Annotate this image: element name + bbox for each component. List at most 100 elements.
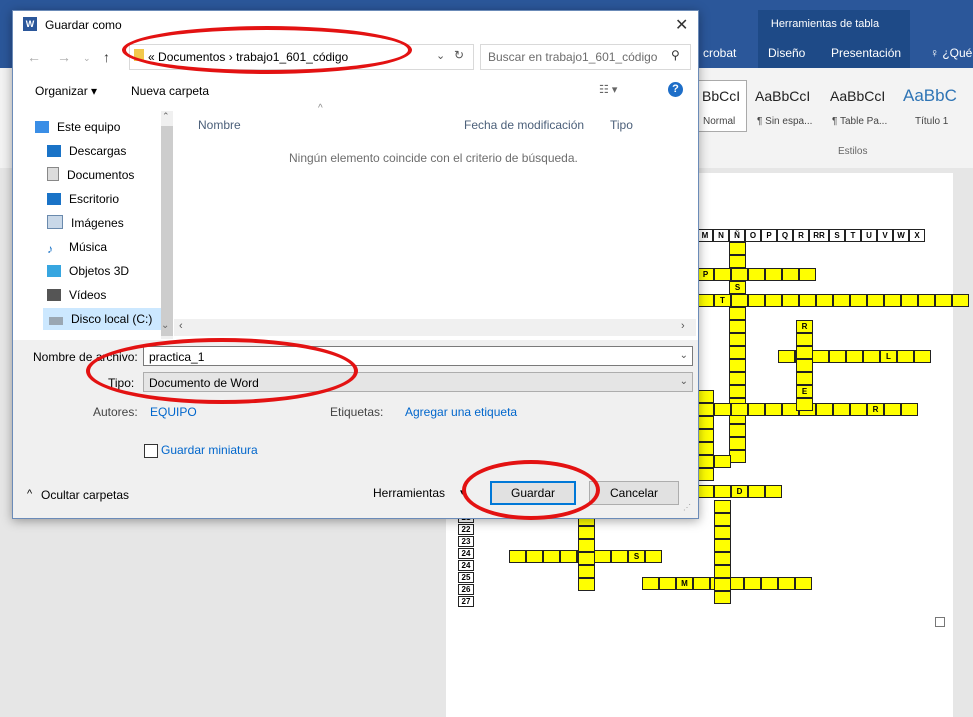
crossword-cell <box>729 346 746 359</box>
breadcrumb-overflow[interactable]: « <box>148 50 155 64</box>
crossword-row-number: 23 <box>458 536 474 547</box>
cancel-button[interactable]: Cancelar <box>589 481 679 505</box>
tree-item-label: Descargas <box>69 144 127 158</box>
style-name-table: ¶ Table Pa... <box>832 116 888 127</box>
crossword-header-letter: S <box>829 229 845 242</box>
crossword-cell <box>799 294 816 307</box>
help-icon[interactable]: ? <box>668 82 683 97</box>
address-bar[interactable]: « Documentos › trabajo1_601_código ⌄ ↻ <box>129 44 474 70</box>
crossword-cell <box>642 577 659 590</box>
search-box[interactable]: Buscar en trabajo1_601_código ⚲ <box>480 44 691 70</box>
style-sample-no-spacing[interactable]: AaBbCcI <box>755 88 810 104</box>
save-button[interactable]: Guardar <box>490 481 576 505</box>
table-resize-handle[interactable] <box>935 617 945 627</box>
crossword-cell <box>795 577 812 590</box>
close-icon[interactable]: ✕ <box>675 15 688 35</box>
crossword-cell <box>796 398 813 411</box>
navigation-scroll-thumb[interactable] <box>161 126 173 336</box>
address-dropdown-icon[interactable]: ⌄ <box>436 49 445 62</box>
type-value: Documento de Word <box>149 376 259 390</box>
crossword-cell: E <box>796 385 813 398</box>
type-select[interactable]: Documento de Word ⌄ <box>143 372 693 392</box>
up-arrow-icon[interactable]: ↑ <box>103 49 110 65</box>
organize-button[interactable]: Organizar ▾ <box>35 84 97 98</box>
new-folder-button[interactable]: Nueva carpeta <box>131 84 209 98</box>
column-header-type[interactable]: Tipo <box>610 118 633 132</box>
breadcrumb-documentos[interactable]: Documentos <box>158 50 225 64</box>
crossword-cell <box>714 578 731 591</box>
forward-arrow-icon[interactable]: → <box>57 49 71 65</box>
tree-item-label: Objetos 3D <box>69 264 130 278</box>
crossword-cell <box>714 552 731 565</box>
style-sample-table[interactable]: AaBbCcI <box>830 88 885 104</box>
video-icon <box>47 289 61 301</box>
crossword-cell <box>782 294 799 307</box>
column-header-name[interactable]: Nombre <box>198 118 241 132</box>
file-list-hscrollbar[interactable] <box>174 319 696 336</box>
crossword-cell <box>693 577 710 590</box>
tree-item-objetos-3d[interactable]: Objetos 3D <box>47 260 129 282</box>
tags-field[interactable]: Agregar una etiqueta <box>405 405 517 419</box>
crossword-cell <box>833 294 850 307</box>
tree-item-label: Escritorio <box>69 192 120 206</box>
ribbon-tab-layout[interactable]: Presentación <box>831 46 901 60</box>
crossword-cell <box>729 307 746 320</box>
scroll-up-icon[interactable]: ⌃ <box>162 111 170 122</box>
crossword-header-letter: M <box>697 229 713 242</box>
file-list[interactable] <box>174 111 696 321</box>
type-dropdown-icon[interactable]: ⌄ <box>680 376 688 387</box>
collapse-icon[interactable]: ^ <box>27 488 32 500</box>
authors-value[interactable]: EQUIPO <box>150 405 197 419</box>
tree-item-este-equipo[interactable]: Este equipo <box>35 116 120 138</box>
thumbnail-checkbox[interactable] <box>144 444 158 458</box>
crossword-cell <box>914 350 931 363</box>
tree-item-imagenes[interactable]: Imágenes <box>47 212 124 234</box>
style-sample-heading1[interactable]: AaBbC <box>903 86 957 106</box>
crossword-cell <box>578 526 595 539</box>
tree-item-descargas[interactable]: Descargas <box>47 140 126 162</box>
document-icon <box>47 167 59 181</box>
refresh-icon[interactable]: ↻ <box>454 48 464 62</box>
search-icon[interactable]: ⚲ <box>671 48 680 62</box>
crossword-cell <box>796 333 813 346</box>
ribbon-tab-design[interactable]: Diseño <box>768 46 805 60</box>
crossword-cell <box>611 550 628 563</box>
search-input[interactable]: Buscar en trabajo1_601_código <box>488 50 657 64</box>
tools-button[interactable]: Herramientas <box>373 486 445 500</box>
crossword-cell: D <box>731 485 748 498</box>
ribbon-tell-me[interactable]: ♀ ¿Qué <box>930 46 972 60</box>
scroll-right-icon[interactable]: › <box>681 320 685 332</box>
crossword-cell <box>543 550 560 563</box>
crossword-cell: R <box>867 403 884 416</box>
tree-item-escritorio[interactable]: Escritorio <box>47 188 119 210</box>
crossword-cell <box>729 372 746 385</box>
scroll-left-icon[interactable]: ‹ <box>179 320 183 332</box>
breadcrumb: « Documentos › trabajo1_601_código <box>148 50 348 64</box>
tree-item-label: Imágenes <box>71 216 124 230</box>
breadcrumb-current-folder[interactable]: trabajo1_601_código <box>236 50 348 64</box>
crossword-cell <box>796 346 813 359</box>
crossword-cell <box>850 403 867 416</box>
tree-item-musica[interactable]: ♪ Música <box>47 236 107 258</box>
tree-item-disco-local[interactable]: Disco local (C:) <box>43 308 169 330</box>
tree-item-videos[interactable]: Vídeos <box>47 284 106 306</box>
crossword-cell <box>714 526 731 539</box>
tree-item-documentos[interactable]: Documentos <box>47 164 134 186</box>
filename-field[interactable]: practica_1 ⌄ <box>143 346 693 366</box>
crossword-cell <box>714 455 731 468</box>
crossword-cell <box>731 268 748 281</box>
back-arrow-icon[interactable]: ← <box>27 49 41 65</box>
view-options-icon[interactable]: ☷ ▾ <box>599 83 617 96</box>
filename-dropdown-icon[interactable]: ⌄ <box>680 350 688 361</box>
tools-dropdown-icon[interactable]: ▾ <box>460 487 465 498</box>
resize-grip-icon[interactable]: ⋰ <box>683 503 691 512</box>
crossword-cell <box>714 403 731 416</box>
crossword-cell <box>697 468 714 481</box>
crossword-cell <box>765 485 782 498</box>
column-header-date[interactable]: Fecha de modificación <box>464 118 584 132</box>
hide-folders-button[interactable]: Ocultar carpetas <box>41 488 129 502</box>
thumbnail-label[interactable]: Guardar miniatura <box>161 443 258 457</box>
scroll-down-icon[interactable]: ⌄ <box>161 320 169 331</box>
ribbon-tab-acrobat[interactable]: crobat <box>703 46 736 60</box>
recent-dropdown-icon[interactable]: ⌄ <box>83 53 91 64</box>
